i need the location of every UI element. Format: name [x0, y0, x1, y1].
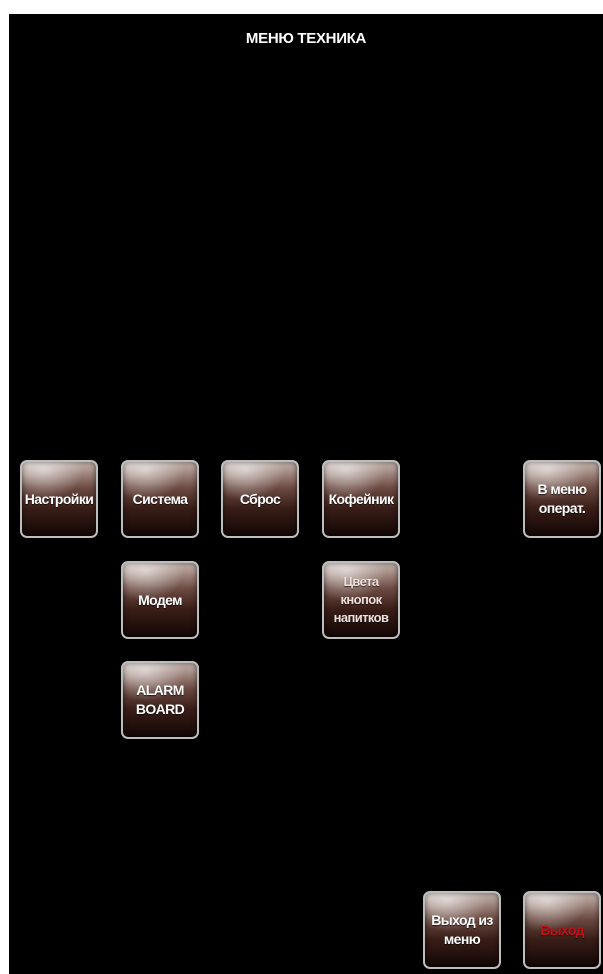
coffeemaker-button-label: Кофейник	[328, 490, 394, 507]
operator-menu-button-label: В меню операт.	[537, 481, 588, 516]
exit-menu-button-label: Выход из меню	[431, 912, 493, 947]
operator-menu-button[interactable]: В меню операт.	[523, 460, 601, 538]
technician-menu-screen: МЕНЮ ТЕХНИКА Настройки Система Сброс Коф…	[9, 14, 603, 974]
button-colors-button-label: Цвета кнопок напитков	[333, 574, 389, 625]
system-button-label: Система	[132, 490, 188, 507]
alarm-board-button-label: ALARM BOARD	[135, 682, 185, 717]
settings-button-label: Настройки	[24, 490, 94, 507]
alarm-board-button[interactable]: ALARM BOARD	[121, 661, 199, 739]
settings-button[interactable]: Настройки	[20, 460, 98, 538]
exit-button[interactable]: Выход	[523, 891, 601, 969]
modem-button[interactable]: Модем	[121, 561, 199, 639]
exit-menu-button[interactable]: Выход из меню	[423, 891, 501, 969]
coffeemaker-button[interactable]: Кофейник	[322, 460, 400, 538]
reset-button-label: Сброс	[239, 490, 281, 507]
system-button[interactable]: Система	[121, 460, 199, 538]
exit-button-label: Выход	[540, 921, 584, 938]
button-colors-button[interactable]: Цвета кнопок напитков	[322, 561, 400, 639]
page-title: МЕНЮ ТЕХНИКА	[245, 30, 367, 47]
reset-button[interactable]: Сброс	[221, 460, 299, 538]
modem-button-label: Модем	[138, 591, 182, 608]
